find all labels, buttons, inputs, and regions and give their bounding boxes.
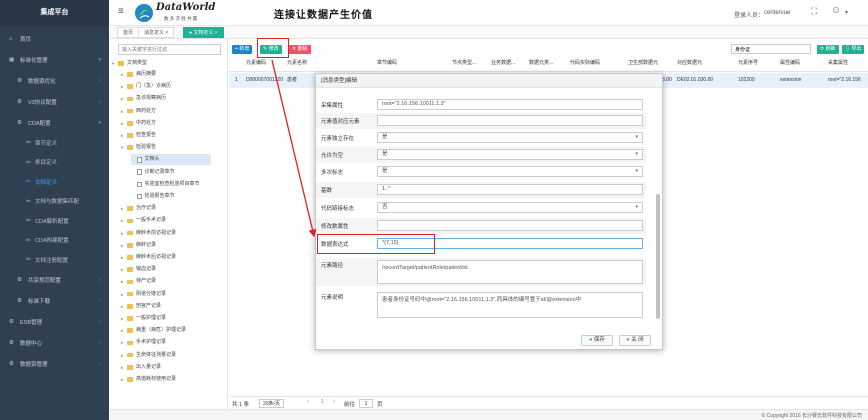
annotation-arrow <box>271 59 317 238</box>
